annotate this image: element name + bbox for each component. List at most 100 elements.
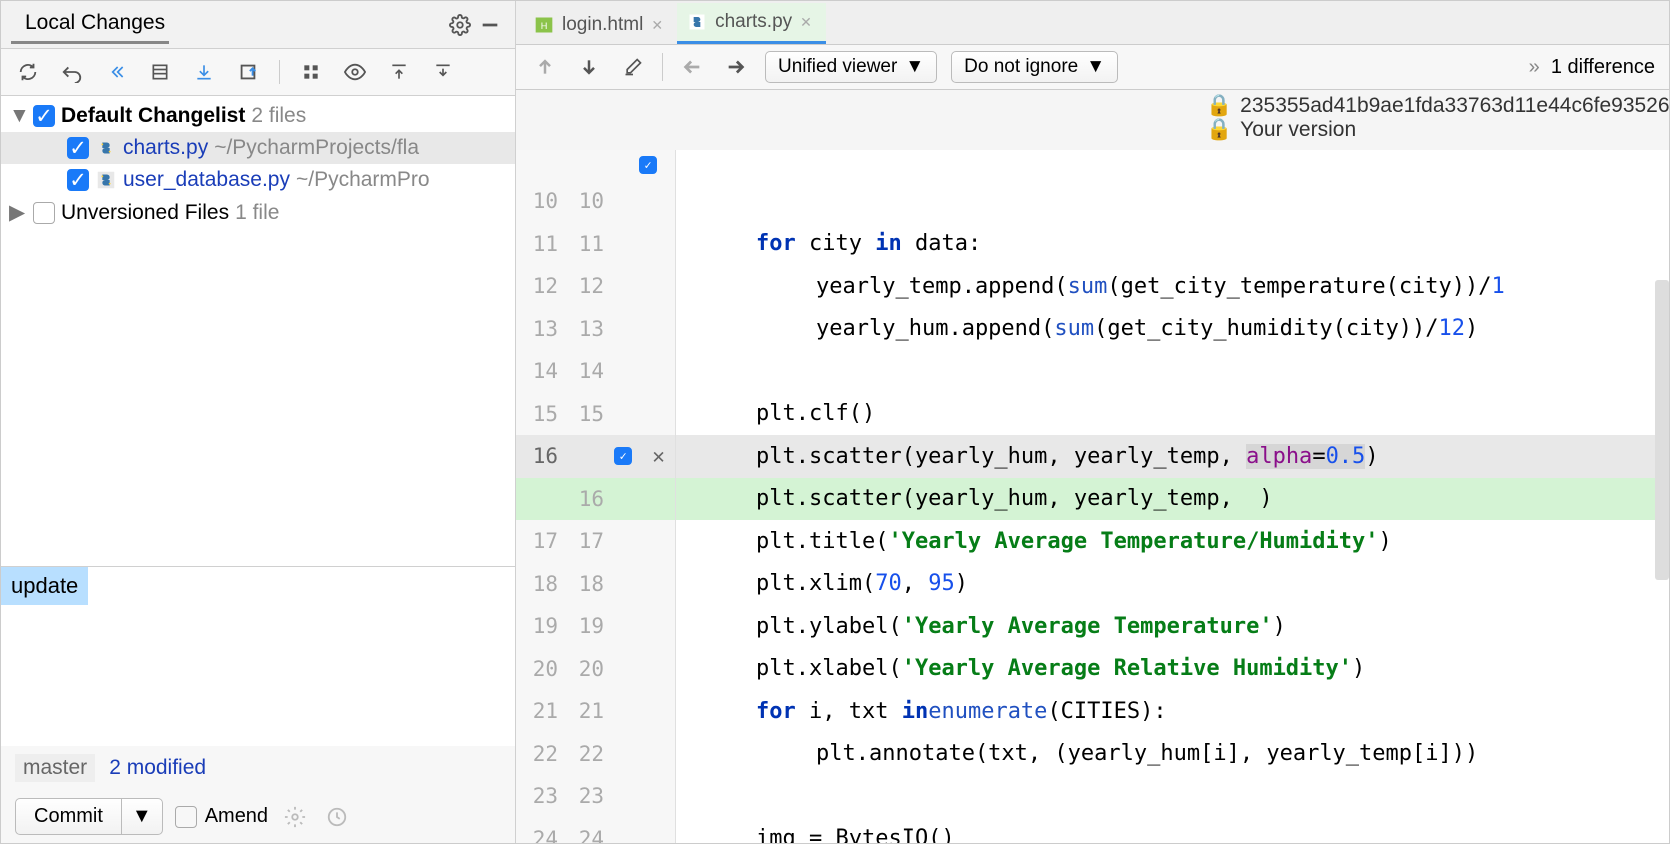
preview-icon[interactable]	[340, 57, 370, 87]
code-line[interactable]: for city in data:	[676, 223, 1669, 266]
branch-bar: master 2 modified	[1, 746, 515, 790]
file-row[interactable]: ✓ charts.py ~/PycharmProjects/fla	[1, 132, 515, 164]
code-line[interactable]: yearly_temp.append(sum(get_city_temperat…	[676, 265, 1669, 308]
chevron-right-icon[interactable]: ▶	[9, 200, 27, 225]
python-file-icon	[687, 12, 707, 32]
commit-message-area[interactable]: update	[1, 566, 515, 746]
select-all-checkbox[interactable]: ✓	[639, 156, 657, 174]
changelist-row[interactable]: ▼ ✓ Default Changelist 2 files	[1, 100, 515, 132]
unversioned-row[interactable]: ▶ Unversioned Files 1 file	[1, 196, 515, 229]
close-icon[interactable]: ✕	[651, 17, 663, 34]
code-line[interactable]: plt.title('Yearly Average Temperature/Hu…	[676, 520, 1669, 563]
chevron-down-icon[interactable]: ▼	[9, 104, 27, 128]
file-name: charts.py	[123, 136, 208, 160]
version-label: Your version	[1240, 118, 1356, 142]
unversioned-label: Unversioned Files	[61, 201, 229, 225]
line-checkbox[interactable]: ✓	[614, 447, 632, 465]
gear-icon[interactable]	[445, 10, 475, 40]
chevron-down-icon: ▼	[1086, 56, 1105, 78]
changes-tree: ▼ ✓ Default Changelist 2 files ✓ charts.…	[1, 96, 515, 566]
group-icon[interactable]	[296, 57, 326, 87]
code-line[interactable]: plt.clf()	[676, 393, 1669, 436]
gutter-line: 1717	[516, 520, 675, 563]
panel-header: Local Changes	[1, 1, 515, 49]
code-line[interactable]: img = BytesIO()	[676, 818, 1669, 844]
code-line[interactable]: plt.xlabel('Yearly Average Relative Humi…	[676, 648, 1669, 691]
gutter-line: 2424	[516, 818, 675, 844]
tab-login-html[interactable]: H login.html ✕	[524, 6, 677, 44]
unversioned-checkbox[interactable]	[33, 202, 55, 224]
refresh-icon[interactable]	[13, 57, 43, 87]
modified-link[interactable]: 2 modified	[109, 756, 206, 780]
editor-tabs: H login.html ✕ charts.py ✕	[516, 1, 1669, 45]
code-line[interactable]: plt.scatter(yearly_hum, yearly_temp, alp…	[676, 435, 1669, 478]
gutter-line: 16✓✕	[516, 435, 675, 478]
amend-checkbox[interactable]: Amend	[175, 805, 268, 828]
edit-icon[interactable]	[618, 52, 648, 82]
gutter-line: 1414	[516, 350, 675, 393]
panel-title: Local Changes	[11, 5, 169, 44]
expand-icon[interactable]	[384, 57, 414, 87]
diff-header: 🔒 235355ad41b9ae1fda33763d11e44c6fe935267…	[516, 90, 1669, 150]
diff-toolbar: Unified viewer ▼ Do not ignore ▼ » 1 dif…	[516, 45, 1669, 90]
ignore-dropdown[interactable]: Do not ignore ▼	[951, 51, 1118, 83]
collapse-icon[interactable]	[428, 57, 458, 87]
file-row[interactable]: ✓ user_database.py ~/PycharmPro	[1, 164, 515, 196]
gutter-line: 2020	[516, 648, 675, 691]
commit-bar: Commit ▼ Amend	[1, 790, 515, 843]
forward-icon[interactable]	[721, 52, 751, 82]
code-line[interactable]: plt.scatter(yearly_hum, yearly_temp, )	[676, 478, 1669, 521]
code-line[interactable]: for i, txt in enumerate(CITIES):	[676, 690, 1669, 733]
commit-button[interactable]: Commit ▼	[15, 798, 163, 835]
line-gutter: ✓ 10101111121213131414151516✓✕1617171818…	[516, 150, 676, 843]
branch-name[interactable]: master	[15, 754, 95, 782]
commit-history-icon[interactable]	[322, 802, 352, 832]
commit-dropdown[interactable]: ▼	[121, 799, 162, 834]
gutter-line: 1010	[516, 180, 675, 223]
lock-icon: 🔒	[1206, 118, 1232, 142]
svg-text:H: H	[541, 21, 548, 31]
gutter-line: 16	[516, 478, 675, 521]
shelve-icon[interactable]	[189, 57, 219, 87]
python-file-icon	[95, 137, 117, 159]
vcs-toolbar	[1, 49, 515, 96]
next-diff-icon[interactable]	[574, 52, 604, 82]
minimize-icon[interactable]	[475, 10, 505, 40]
diff-icon[interactable]	[145, 57, 175, 87]
code-line[interactable]: plt.annotate(txt, (yearly_hum[i], yearly…	[676, 733, 1669, 776]
code-line[interactable]: yearly_hum.append(sum(get_city_humidity(…	[676, 308, 1669, 351]
gutter-line: 1818	[516, 563, 675, 606]
prev-diff-icon[interactable]	[530, 52, 560, 82]
close-icon[interactable]: ✕	[800, 14, 812, 31]
gutter-line: 1111	[516, 223, 675, 266]
gutter-line: 2323	[516, 775, 675, 818]
close-icon[interactable]: ✕	[652, 444, 665, 468]
file-checkbox[interactable]: ✓	[67, 137, 89, 159]
code-line[interactable]: plt.xlim(70, 95)	[676, 563, 1669, 606]
scrollbar[interactable]	[1655, 280, 1669, 580]
code-line[interactable]: plt.ylabel('Yearly Average Temperature')	[676, 605, 1669, 648]
code-line[interactable]	[676, 180, 1669, 223]
gutter-line: 2222	[516, 733, 675, 776]
viewer-dropdown[interactable]: Unified viewer ▼	[765, 51, 937, 83]
code-line[interactable]	[676, 775, 1669, 818]
tab-charts-py[interactable]: charts.py ✕	[677, 3, 826, 44]
commit-settings-icon[interactable]	[280, 802, 310, 832]
file-name: user_database.py	[123, 168, 290, 192]
rollback-icon[interactable]	[101, 57, 131, 87]
revision-hash: 235355ad41b9ae1fda33763d11e44c6fe9352678	[1240, 94, 1669, 118]
changelist-icon[interactable]	[233, 57, 263, 87]
changelist-label: Default Changelist	[61, 104, 245, 128]
code-line[interactable]	[676, 350, 1669, 393]
commit-message-text[interactable]: update	[1, 567, 88, 605]
code-area[interactable]: for city in data:yearly_temp.append(sum(…	[676, 150, 1669, 843]
file-checkbox[interactable]: ✓	[67, 169, 89, 191]
file-path: ~/PycharmProjects/fla	[214, 136, 419, 160]
changelist-count: 2 files	[251, 104, 306, 128]
back-icon[interactable]	[677, 52, 707, 82]
html-file-icon: H	[534, 15, 554, 35]
revert-icon[interactable]	[57, 57, 87, 87]
changelist-checkbox[interactable]: ✓	[33, 105, 55, 127]
gutter-line: 1515	[516, 393, 675, 436]
gutter-line: 1212	[516, 265, 675, 308]
